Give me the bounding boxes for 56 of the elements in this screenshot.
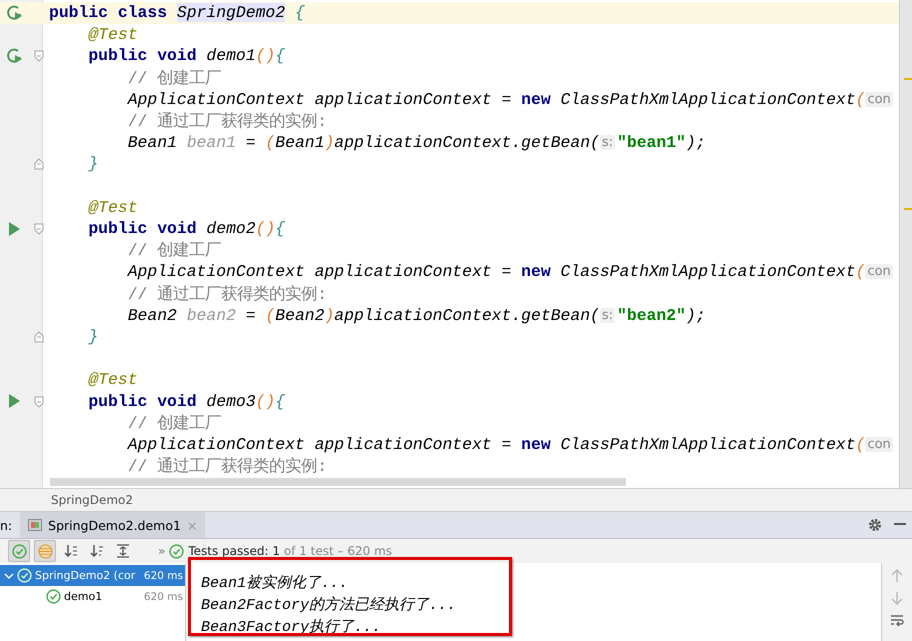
wrap-icon[interactable] bbox=[890, 613, 904, 627]
fold-marker-icon[interactable] bbox=[34, 330, 44, 343]
check-icon bbox=[12, 544, 26, 558]
code-editor[interactable] bbox=[0, 0, 912, 488]
console-line: Bean3Factory执行了... bbox=[201, 618, 382, 638]
code-line: @Test bbox=[87, 24, 138, 44]
panel-label: n: bbox=[0, 518, 12, 532]
check-icon bbox=[46, 589, 61, 604]
sort-icon bbox=[90, 544, 104, 558]
test-tree-item[interactable]: demo1 620 ms bbox=[0, 586, 185, 607]
code-line: public void demo2(){ bbox=[87, 219, 286, 238]
code-line: ApplicationContext applicationContext = new ClassPathXmlApplicationContext(con bbox=[126, 262, 894, 282]
code-line: // 通过工厂获得类的实例: bbox=[126, 284, 328, 305]
code-line: public void demo3(){ bbox=[87, 392, 286, 411]
code-line: Bean1 bean1 = (Bean1)applicationContext.getBean(s: "bean1"); bbox=[126, 132, 706, 152]
down-arrow-icon[interactable] bbox=[891, 591, 903, 605]
sort-icon bbox=[64, 544, 78, 558]
striped-circle-icon bbox=[38, 544, 52, 558]
fold-marker-icon[interactable] bbox=[34, 396, 44, 408]
run-tab[interactable]: SpringDemo2.demo1 × bbox=[20, 512, 206, 538]
breadcrumb[interactable]: SpringDemo2 bbox=[51, 493, 134, 507]
show-passed-button[interactable] bbox=[8, 540, 30, 562]
console-line: Bean2Factory的方法已经执行了... bbox=[201, 595, 458, 616]
code-line: Bean2 bean2 = (Bean2)applicationContext.getBean(s: "bean2"); bbox=[126, 306, 706, 325]
up-arrow-icon[interactable] bbox=[891, 569, 903, 583]
fold-marker-icon[interactable] bbox=[34, 158, 44, 170]
check-icon bbox=[17, 568, 32, 583]
more-icon[interactable]: » bbox=[158, 544, 166, 558]
code-line: // 创建工厂 bbox=[126, 413, 222, 434]
code-line: @Test bbox=[87, 198, 138, 217]
rerun-icon[interactable] bbox=[6, 4, 24, 22]
check-icon bbox=[169, 544, 184, 558]
code-line: public void demo1(){ bbox=[87, 46, 286, 66]
code-line: public class SpringDemo2 { bbox=[48, 3, 305, 22]
code-line: } bbox=[87, 327, 98, 346]
code-line: ApplicationContext applicationContext = new ClassPathXmlApplicationContext(con bbox=[126, 435, 894, 454]
settings-icon[interactable] bbox=[868, 518, 882, 532]
rerun-icon[interactable] bbox=[6, 46, 24, 65]
scrollbar[interactable] bbox=[899, 0, 912, 488]
horizontal-scrollbar[interactable] bbox=[50, 478, 626, 486]
code-line: // 创建工厂 bbox=[126, 240, 222, 262]
code-line: ApplicationContext applicationContext = new ClassPathXmlApplicationContext(con bbox=[126, 90, 894, 109]
fold-marker-icon[interactable] bbox=[34, 50, 44, 62]
code-line: // 通过工厂获得类的实例: bbox=[126, 456, 328, 478]
code-line: } bbox=[87, 154, 98, 174]
test-status: Tests passed: 1 of 1 test – 620 ms bbox=[188, 544, 392, 558]
code-line: // 创建工厂 bbox=[126, 68, 222, 89]
code-line: // 通过工厂获得类的实例: bbox=[126, 110, 328, 132]
expand-icon bbox=[116, 544, 130, 558]
chevron-icon[interactable] bbox=[4, 570, 14, 580]
code-line: @Test bbox=[87, 370, 138, 390]
test-tree-item[interactable]: SpringDemo2 (cor 620 ms bbox=[0, 565, 185, 586]
minimize-icon[interactable] bbox=[894, 523, 906, 527]
fold-marker-icon[interactable] bbox=[34, 222, 44, 235]
run-config-icon bbox=[28, 519, 42, 531]
console-line: Bean1被实例化了... bbox=[201, 574, 350, 594]
